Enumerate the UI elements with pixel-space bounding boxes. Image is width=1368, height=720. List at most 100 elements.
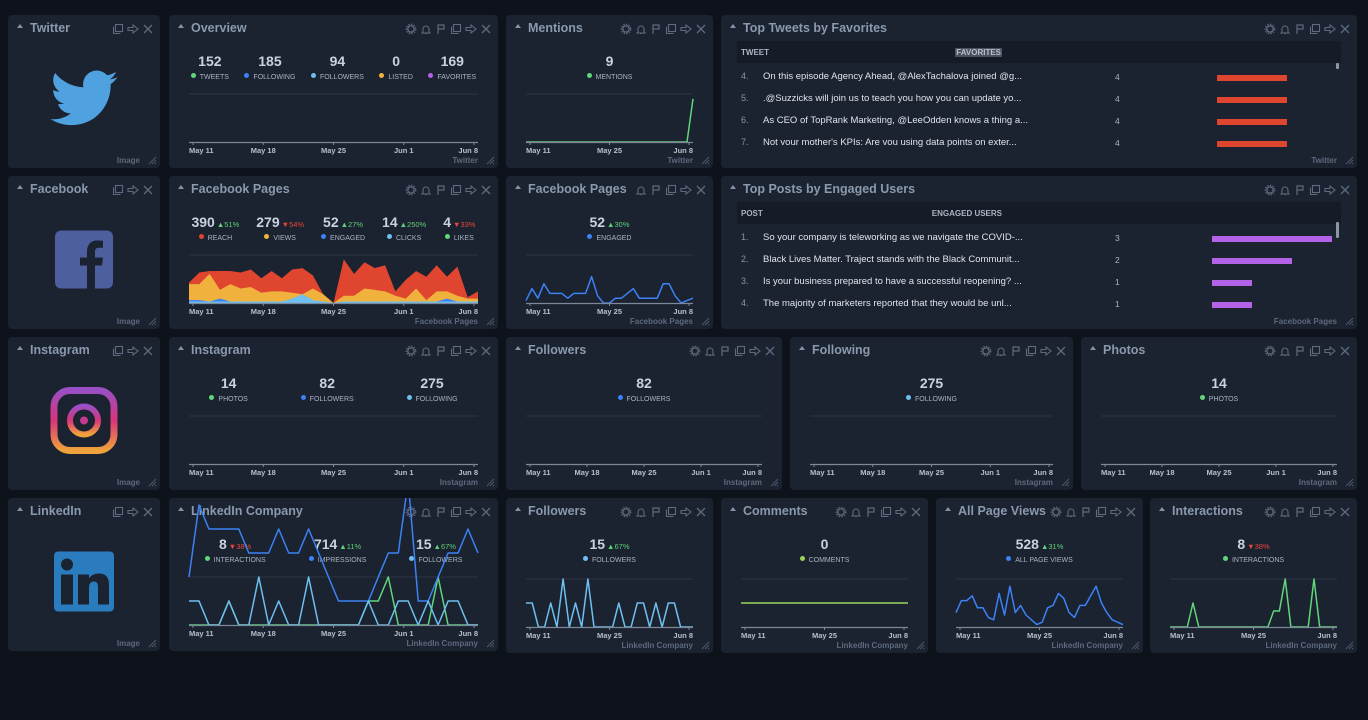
move-to-icon[interactable] (1324, 506, 1336, 518)
copy-icon[interactable] (450, 345, 462, 357)
collapse-toggle-icon[interactable] (730, 507, 736, 511)
column-header-value[interactable]: ENGAGED USERS (932, 209, 1002, 218)
close-icon[interactable] (480, 184, 492, 196)
flag-icon[interactable] (650, 23, 662, 35)
gear-icon[interactable] (1264, 506, 1276, 518)
collapse-toggle-icon[interactable] (178, 346, 184, 350)
move-to-icon[interactable] (1110, 506, 1122, 518)
gear-icon[interactable] (405, 184, 417, 196)
table-row[interactable]: 5. .@Suzzicks will join us to teach you h… (737, 89, 1333, 111)
flag-icon[interactable] (435, 506, 447, 518)
move-to-icon[interactable] (1324, 23, 1336, 35)
table-row[interactable]: 1. So your company is teleworking as we n… (737, 228, 1333, 250)
bell-icon[interactable] (635, 23, 647, 35)
copy-icon[interactable] (450, 184, 462, 196)
move-to-icon[interactable] (680, 506, 692, 518)
table-scrollbar[interactable] (1336, 222, 1339, 238)
collapse-toggle-icon[interactable] (1090, 346, 1096, 350)
copy-icon[interactable] (665, 184, 677, 196)
collapse-toggle-icon[interactable] (515, 185, 521, 189)
close-icon[interactable] (1055, 345, 1067, 357)
resize-handle-icon[interactable] (701, 156, 710, 165)
close-icon[interactable] (1339, 506, 1351, 518)
collapse-toggle-icon[interactable] (730, 24, 736, 28)
flag-icon[interactable] (650, 184, 662, 196)
copy-icon[interactable] (1309, 184, 1321, 196)
flag-icon[interactable] (435, 184, 447, 196)
bell-icon[interactable] (850, 506, 862, 518)
move-to-icon[interactable] (127, 23, 139, 35)
column-header-text[interactable]: TWEET (741, 48, 769, 57)
flag-icon[interactable] (650, 506, 662, 518)
bell-icon[interactable] (1279, 184, 1291, 196)
collapse-toggle-icon[interactable] (17, 507, 23, 511)
column-header-text[interactable]: POST (741, 209, 763, 218)
copy-icon[interactable] (450, 506, 462, 518)
collapse-toggle-icon[interactable] (178, 507, 184, 511)
bell-icon[interactable] (1279, 345, 1291, 357)
move-to-icon[interactable] (127, 184, 139, 196)
close-icon[interactable] (480, 506, 492, 518)
resize-handle-icon[interactable] (148, 156, 157, 165)
copy-icon[interactable] (112, 184, 124, 196)
resize-handle-icon[interactable] (770, 478, 779, 487)
move-to-icon[interactable] (895, 506, 907, 518)
move-to-icon[interactable] (465, 345, 477, 357)
resize-handle-icon[interactable] (486, 478, 495, 487)
bell-icon[interactable] (1065, 506, 1077, 518)
close-icon[interactable] (910, 506, 922, 518)
move-to-icon[interactable] (127, 345, 139, 357)
copy-icon[interactable] (665, 506, 677, 518)
bell-icon[interactable] (420, 23, 432, 35)
collapse-toggle-icon[interactable] (17, 24, 23, 28)
copy-icon[interactable] (1309, 345, 1321, 357)
close-icon[interactable] (142, 506, 154, 518)
bell-icon[interactable] (704, 345, 716, 357)
close-icon[interactable] (1339, 345, 1351, 357)
move-to-icon[interactable] (127, 506, 139, 518)
resize-handle-icon[interactable] (148, 639, 157, 648)
move-to-icon[interactable] (465, 506, 477, 518)
copy-icon[interactable] (1309, 23, 1321, 35)
table-row[interactable]: 2. Black Lives Matter. Traject stands wit… (737, 250, 1333, 272)
flag-icon[interactable] (1294, 506, 1306, 518)
gear-icon[interactable] (1264, 345, 1276, 357)
gear-icon[interactable] (1264, 23, 1276, 35)
gear-icon[interactable] (835, 506, 847, 518)
move-to-icon[interactable] (1040, 345, 1052, 357)
flag-icon[interactable] (719, 345, 731, 357)
flag-icon[interactable] (1294, 345, 1306, 357)
collapse-toggle-icon[interactable] (515, 346, 521, 350)
copy-icon[interactable] (450, 23, 462, 35)
gear-icon[interactable] (1264, 184, 1276, 196)
close-icon[interactable] (142, 184, 154, 196)
resize-handle-icon[interactable] (1345, 478, 1354, 487)
table-row[interactable]: 3. Is your business prepared to have a su… (737, 272, 1333, 294)
resize-handle-icon[interactable] (1061, 478, 1070, 487)
resize-handle-icon[interactable] (486, 639, 495, 648)
gear-icon[interactable] (405, 23, 417, 35)
copy-icon[interactable] (1095, 506, 1107, 518)
resize-handle-icon[interactable] (916, 641, 925, 650)
flag-icon[interactable] (435, 23, 447, 35)
close-icon[interactable] (695, 506, 707, 518)
gear-icon[interactable] (620, 506, 632, 518)
move-to-icon[interactable] (1324, 345, 1336, 357)
bell-icon[interactable] (1279, 23, 1291, 35)
table-row[interactable]: 4. The majority of marketers reported tha… (737, 294, 1333, 316)
collapse-toggle-icon[interactable] (178, 185, 184, 189)
table-row[interactable]: 4. On this episode Agency Ahead, @AlexTac… (737, 67, 1333, 89)
table-row[interactable]: 7. Not vour mother's KPIs: Are vou using … (737, 133, 1333, 155)
resize-handle-icon[interactable] (148, 478, 157, 487)
bell-icon[interactable] (635, 506, 647, 518)
flag-icon[interactable] (1294, 23, 1306, 35)
column-header-value[interactable]: FAVORITES (955, 48, 1002, 57)
copy-icon[interactable] (880, 506, 892, 518)
collapse-toggle-icon[interactable] (1159, 507, 1165, 511)
close-icon[interactable] (480, 23, 492, 35)
collapse-toggle-icon[interactable] (17, 185, 23, 189)
close-icon[interactable] (142, 23, 154, 35)
close-icon[interactable] (1339, 184, 1351, 196)
collapse-toggle-icon[interactable] (178, 24, 184, 28)
gear-icon[interactable] (1050, 506, 1062, 518)
